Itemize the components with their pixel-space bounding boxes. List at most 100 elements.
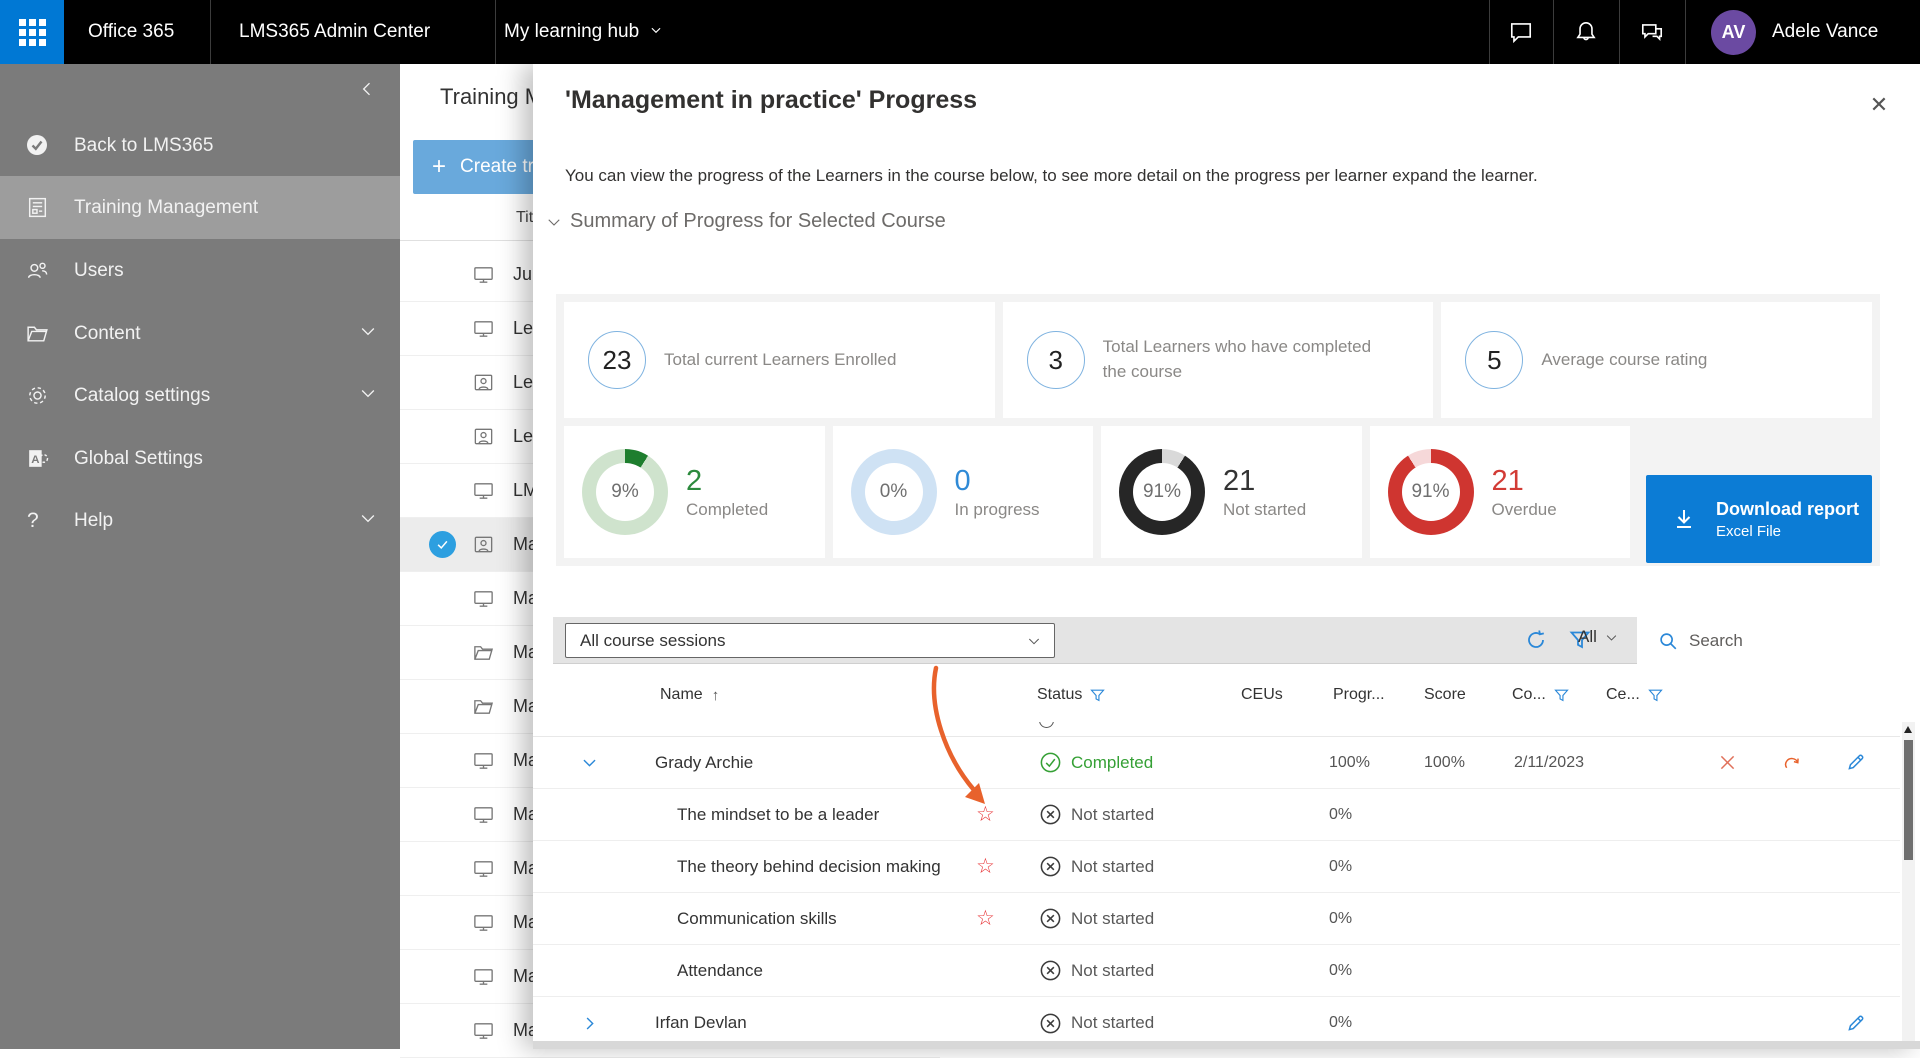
selected-check-icon[interactable] [429,531,456,558]
retake-icon[interactable] [1780,752,1802,774]
summary-section-toggle[interactable]: Summary of Progress for Selected Course [545,210,946,233]
column-header-status[interactable]: Status [1035,686,1235,704]
donut-count: 21 [1223,464,1256,497]
gear-icon [24,383,50,409]
progress-value: 100% [1329,753,1370,771]
score-value: 100% [1424,753,1465,771]
status-not-started: Not started [1035,907,1235,930]
folder-icon [472,641,495,664]
sidebar-item-content[interactable]: Content [0,302,400,365]
not-started-icon [1039,803,1062,826]
progress-value: 0% [1329,857,1353,875]
chevron-down-icon [649,21,663,43]
refresh-icon[interactable] [1521,625,1551,655]
stat-value: 3 [1026,331,1085,389]
edit-pencil-icon[interactable] [1844,752,1866,774]
topbar-divider [495,0,496,64]
dialog-title: 'Management in practice' Progress [565,86,978,114]
close-icon[interactable]: ✕ [1862,88,1896,122]
waffle-icon [18,18,46,46]
topbar-divider [1685,0,1686,64]
feedback-icon[interactable] [1634,14,1670,50]
collapse-row-icon[interactable] [533,753,645,772]
search-input[interactable] [1689,630,1899,651]
module-row[interactable]: The mindset to be a leader ☆ Not started… [533,789,1900,841]
status-not-started: Not started [1035,803,1235,826]
sidebar-item-catalog-settings[interactable]: Catalog settings [0,364,400,427]
app-launcher-button[interactable] [0,0,64,64]
donut-chart-completed: 9% [582,449,668,535]
partially-scrolled-row [533,722,1900,737]
brand-office365[interactable]: Office 365 [88,0,174,64]
status-icon-clipped [1039,722,1054,728]
column-header-completion[interactable]: Co... [1505,686,1600,704]
donut-chart-overdue: 91% [1387,449,1474,535]
horizontal-scrollbar[interactable] [533,1041,1920,1049]
course-monitor-icon [472,803,495,826]
column-header-score[interactable]: Score [1415,686,1505,704]
plus-icon: + [432,153,447,180]
donut-count: 0 [954,464,971,497]
course-sessions-select[interactable]: All course sessions [565,623,1055,658]
column-header-progress[interactable]: Progr... [1325,686,1415,704]
column-header-ceus[interactable]: CEUs [1235,686,1325,704]
filter-funnel-icon[interactable] [1553,687,1570,704]
scrollbar-thumb[interactable] [1904,740,1913,860]
module-row[interactable]: Communication skills ☆ Not started 0% [533,893,1900,945]
chevron-down-icon [1604,630,1619,645]
filter-all-dropdown[interactable]: All [1578,627,1619,647]
donut-label: Not started [1223,499,1307,519]
avatar[interactable]: AV [1711,10,1756,55]
module-row[interactable]: The theory behind decision making ☆ Not … [533,841,1900,893]
chevron-down-icon [1026,633,1042,649]
scroll-up-arrow[interactable] [1904,726,1912,733]
delete-icon[interactable] [1716,752,1738,774]
user-name[interactable]: Adele Vance [1772,0,1878,64]
question-mark-icon: ? [27,508,39,532]
expand-row-icon[interactable] [533,1014,645,1033]
module-row[interactable]: Attendance Not started 0% [533,945,1900,997]
edit-pencil-icon[interactable] [1844,1012,1866,1034]
users-icon [24,258,50,284]
sort-ascending-icon: ↑ [711,686,720,704]
stat-card-enrolled: 23 Total current Learners Enrolled [564,302,995,418]
progress-value: 0% [1329,909,1353,927]
sidebar-item-help[interactable]: ? Help [0,489,400,552]
required-star-icon: ☆ [976,907,995,930]
not-started-icon [1039,907,1062,930]
column-header-name[interactable]: Name ↑ [645,686,975,704]
sidebar-item-back-to-lms365[interactable]: Back to LMS365 [0,114,400,177]
status-not-started: Not started [1035,1012,1235,1035]
download-report-button[interactable]: Download report Excel File [1646,475,1872,563]
download-icon [1672,507,1696,531]
topbar-divider [1553,0,1554,64]
notifications-bell-icon[interactable] [1568,14,1604,50]
chevron-down-icon [358,508,378,534]
donut-card-not-started: 91% 21 Not started [1101,426,1362,558]
topbar-divider [210,0,211,64]
progress-value: 0% [1329,805,1353,823]
learner-name: Grady Archie [655,752,754,772]
filter-funnel-icon[interactable] [1089,687,1106,704]
required-star-icon: ☆ [976,803,995,826]
sidebar-item-training-management[interactable]: Training Management [0,176,400,239]
donut-card-overdue: 91% 21 Overdue [1369,426,1630,558]
sidebar-item-global-settings[interactable]: Global Settings [0,427,400,490]
filter-toolbar: All course sessions All [553,617,1920,664]
page-title: Training M [440,84,544,109]
hub-menu[interactable]: My learning hub [504,0,663,64]
column-header-certificate[interactable]: Ce... [1600,686,1700,704]
learner-row-grady-archie[interactable]: Grady Archie Completed 100% 100% 2/11/20… [533,737,1900,789]
chevron-down-icon [358,321,378,347]
sidebar-collapse-button[interactable] [352,74,382,104]
chat-icon[interactable] [1503,14,1539,50]
brand-lms365-admin[interactable]: LMS365 Admin Center [239,0,430,64]
filter-funnel-icon[interactable] [1647,687,1664,704]
stat-label: Total current Learners Enrolled [664,349,897,369]
course-monitor-icon [472,317,495,340]
sidebar-item-users[interactable]: Users [0,239,400,302]
chevron-down-icon [358,383,378,409]
search-icon [1657,630,1679,652]
vertical-scrollbar[interactable] [1902,722,1915,1041]
course-monitor-icon [472,857,495,880]
